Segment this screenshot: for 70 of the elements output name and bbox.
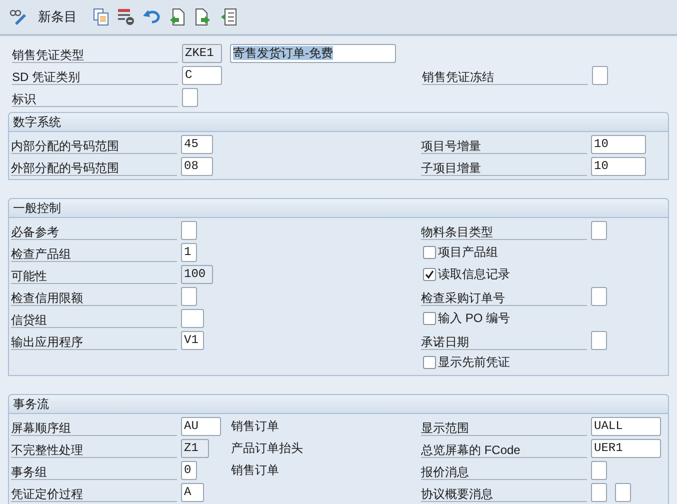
input-field[interactable]: V1 <box>181 330 204 350</box>
input-field[interactable]: UALL <box>591 416 661 436</box>
field-label: 物料条目类型 <box>421 220 587 240</box>
input-field[interactable] <box>591 482 607 502</box>
input-field[interactable] <box>591 286 607 306</box>
field-label: 销售凭证类型 <box>12 43 178 63</box>
input-field[interactable]: 1 <box>181 242 197 262</box>
description-field[interactable]: 寄售发货订单-免费 <box>230 44 396 62</box>
field-label: 检查信用限额 <box>11 286 177 306</box>
input-field[interactable]: 45 <box>181 134 213 154</box>
checkbox-label: 显示先前凭证 <box>438 354 510 371</box>
input-field[interactable] <box>181 220 197 240</box>
field-label: 子项目增量 <box>421 156 587 176</box>
input-field[interactable] <box>615 482 631 502</box>
field-description: 销售订单 <box>231 462 279 479</box>
checkbox[interactable] <box>423 356 436 368</box>
delete-row-icon[interactable] <box>117 7 137 27</box>
input-field[interactable] <box>591 460 607 480</box>
input-field[interactable]: UER1 <box>591 438 661 458</box>
field-label: 事务组 <box>11 460 177 480</box>
field-label: 报价消息 <box>421 460 587 480</box>
input-field[interactable]: 10 <box>591 156 646 176</box>
field-label: 信贷组 <box>11 308 177 328</box>
field-description: 产品订单抬头 <box>231 440 303 457</box>
checkbox-label: 输入 PO 编号 <box>438 310 510 327</box>
field-label: 承诺日期 <box>421 330 587 350</box>
field-label: 凭证定价过程 <box>11 482 177 502</box>
input-field[interactable]: 08 <box>181 156 213 176</box>
section-title: 事务流 <box>9 395 668 414</box>
input-field[interactable]: ZKE1 <box>182 44 222 62</box>
checkbox[interactable] <box>423 312 436 324</box>
new-entries-button[interactable]: 新条目 <box>34 7 81 27</box>
checkbox-label: 项目产品组 <box>438 244 498 261</box>
field-label: 检查采购订单号 <box>421 286 587 306</box>
field-label: 销售凭证冻结 <box>422 65 588 85</box>
input-field[interactable] <box>181 286 197 306</box>
input-field[interactable]: A <box>181 482 204 502</box>
input-field[interactable] <box>592 66 608 84</box>
input-field[interactable]: 10 <box>591 134 646 154</box>
edit-glasses-icon[interactable] <box>8 7 28 27</box>
input-field[interactable]: 0 <box>181 460 197 480</box>
input-field[interactable]: C <box>182 66 222 84</box>
copy-icon[interactable] <box>93 7 111 27</box>
input-field[interactable] <box>591 330 607 350</box>
input-field[interactable]: 100 <box>181 264 213 284</box>
field-label: 必备参考 <box>11 220 177 240</box>
input-field[interactable] <box>181 308 204 328</box>
field-label: 项目号增量 <box>421 134 587 154</box>
checkbox[interactable] <box>423 246 436 258</box>
checkbox-label: 读取信息记录 <box>438 266 510 283</box>
section-title: 数字系统 <box>9 113 668 132</box>
field-label: 协议概要消息 <box>421 482 587 502</box>
field-label: 不完整性处理 <box>11 438 177 458</box>
input-field[interactable]: Z1 <box>181 438 209 458</box>
field-label: 总览屏幕的 FCode <box>421 438 587 458</box>
field-label: 检查产品组 <box>11 242 177 262</box>
input-field[interactable] <box>591 220 607 240</box>
field-label: 屏幕顺序组 <box>11 416 177 436</box>
field-label: SD 凭证类别 <box>12 65 178 85</box>
field-label: 显示范围 <box>421 416 587 436</box>
field-label: 标识 <box>12 87 178 107</box>
field-label: 可能性 <box>11 264 177 284</box>
field-description: 销售订单 <box>231 418 279 435</box>
section-title: 一般控制 <box>9 199 668 218</box>
input-field[interactable] <box>182 88 198 106</box>
checkbox[interactable] <box>423 268 436 280</box>
input-field[interactable]: AU <box>181 416 221 436</box>
field-label: 外部分配的号码范围 <box>11 156 177 176</box>
field-label: 输出应用程序 <box>11 330 177 350</box>
field-label: 内部分配的号码范围 <box>11 134 177 154</box>
